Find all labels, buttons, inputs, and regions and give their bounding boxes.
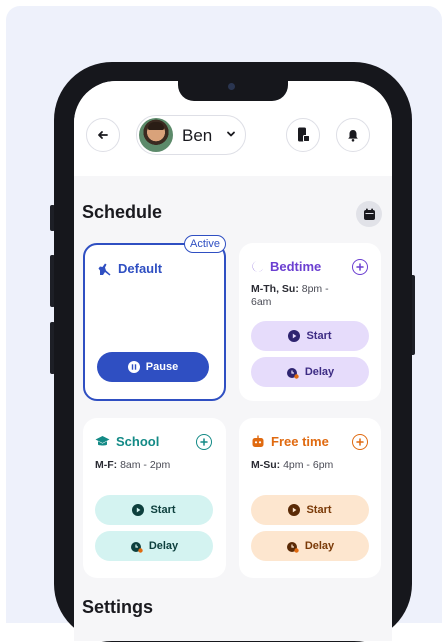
calendar-button[interactable] xyxy=(356,201,382,227)
start-button[interactable]: Start xyxy=(251,495,369,525)
delay-button[interactable]: Delay xyxy=(251,357,369,387)
back-button[interactable] xyxy=(86,118,120,152)
plus-icon xyxy=(200,438,208,446)
plus-icon xyxy=(356,438,364,446)
bell-icon xyxy=(348,129,358,142)
card-time: 8pm - xyxy=(301,283,329,295)
delay-label: Delay xyxy=(304,366,335,378)
moon-icon xyxy=(252,261,263,272)
card-schedule-bedtime: M-Th, Su: 8pm - 6am xyxy=(251,283,373,309)
app-header: Ben xyxy=(74,81,392,176)
delay-label: Delay xyxy=(148,540,179,552)
pause-icon xyxy=(127,361,140,373)
calendar-icon xyxy=(363,208,375,220)
phone-lock-icon xyxy=(298,127,310,142)
profile-name: Ben xyxy=(182,126,213,145)
schedule-card-default[interactable]: Active Default Pause xyxy=(83,235,226,401)
card-title-freetime: Free time xyxy=(251,434,329,449)
card-days: M-F: xyxy=(95,459,118,471)
card-schedule-school: M-F: 8am - 2pm xyxy=(95,459,170,472)
graduation-cap-icon xyxy=(95,436,110,446)
profile-selector[interactable]: Ben xyxy=(136,115,246,155)
settings-title: Settings xyxy=(82,597,154,617)
plus-icon xyxy=(356,263,364,271)
avatar xyxy=(139,118,173,152)
card-title-label: Default xyxy=(118,261,163,276)
play-icon xyxy=(288,330,301,342)
play-icon xyxy=(132,504,145,516)
play-icon xyxy=(288,504,301,516)
card-days: M-Su: xyxy=(251,459,281,471)
start-button[interactable]: Start xyxy=(251,321,369,351)
start-label: Start xyxy=(306,504,332,516)
card-title-bedtime: Bedtime xyxy=(251,259,321,274)
card-days: M-Th, Su: xyxy=(251,283,299,295)
arrow-left-icon xyxy=(98,131,108,139)
app-screen: Ben Schedule Active Default Pause Bedtim… xyxy=(74,81,392,641)
robot-icon xyxy=(252,435,264,447)
phone-notch xyxy=(178,81,288,101)
delay-button[interactable]: Delay xyxy=(95,531,213,561)
card-title-label: Bedtime xyxy=(270,259,322,274)
notifications-button[interactable] xyxy=(336,118,370,152)
delay-label: Delay xyxy=(304,540,335,552)
card-title-default: Default xyxy=(97,261,162,276)
card-title-label: Free time xyxy=(271,434,329,449)
schedule-card-bedtime[interactable]: Bedtime M-Th, Su: 8pm - 6am Start Delay xyxy=(239,243,381,401)
dog-icon xyxy=(98,263,111,275)
schedule-card-freetime[interactable]: Free time M-Su: 4pm - 6pm Start Delay xyxy=(239,418,381,578)
add-bedtime-button[interactable] xyxy=(352,259,368,275)
card-title-school: School xyxy=(95,434,159,449)
start-label: Start xyxy=(150,504,176,516)
card-time: 6am xyxy=(251,296,272,308)
schedule-title: Schedule xyxy=(82,202,163,222)
card-time: 4pm - 6pm xyxy=(283,459,334,471)
add-school-button[interactable] xyxy=(196,434,212,450)
status-badge: Active xyxy=(184,235,226,253)
camera-icon xyxy=(228,83,235,90)
start-button[interactable]: Start xyxy=(95,495,213,525)
pause-label: Pause xyxy=(145,361,179,373)
delay-icon xyxy=(130,541,143,553)
pause-button[interactable]: Pause xyxy=(97,352,209,382)
device-button[interactable] xyxy=(286,118,320,152)
delay-icon xyxy=(286,541,299,553)
add-freetime-button[interactable] xyxy=(352,434,368,450)
card-time: 8am - 2pm xyxy=(120,459,171,471)
card-schedule-freetime: M-Su: 4pm - 6pm xyxy=(251,459,333,472)
start-label: Start xyxy=(306,330,332,342)
delay-button[interactable]: Delay xyxy=(251,531,369,561)
chevron-down-icon xyxy=(227,131,235,137)
delay-icon xyxy=(286,367,299,379)
card-title-label: School xyxy=(116,434,160,449)
schedule-card-school[interactable]: School M-F: 8am - 2pm Start Delay xyxy=(83,418,226,578)
